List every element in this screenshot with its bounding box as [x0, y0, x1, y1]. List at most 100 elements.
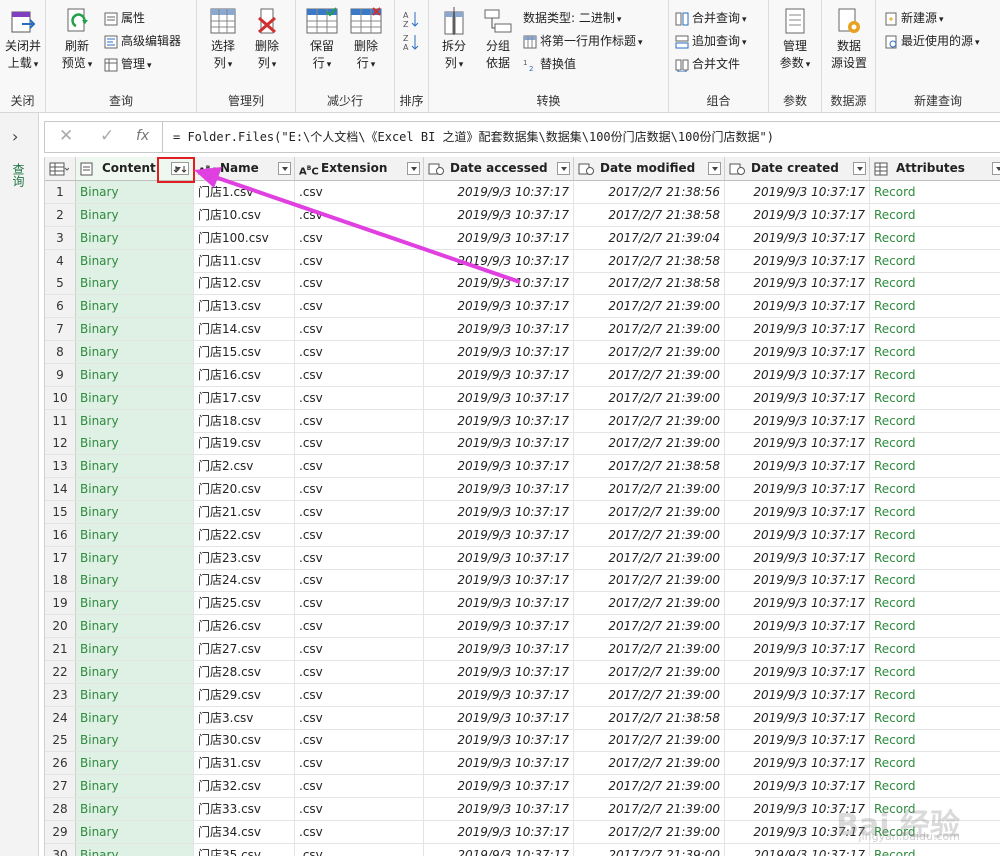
cell-attributes[interactable]: Record [870, 729, 1000, 751]
cell-content[interactable]: Binary [76, 500, 194, 523]
cell-extension[interactable]: .csv [295, 843, 424, 856]
cell-date-modified[interactable]: 2017/2/7 21:39:00 [574, 683, 725, 706]
cell-date-created[interactable]: 2019/9/3 10:37:17 [725, 478, 870, 501]
manage-parameters-button[interactable]: 管理 参数 ▾ [773, 6, 817, 74]
cell-date-created[interactable]: 2019/9/3 10:37:17 [725, 272, 870, 295]
table-row[interactable]: 24 Binary 门店3.csv .csv 2019/9/3 10:37:17 2017… [45, 706, 1000, 730]
cell-date-accessed[interactable]: 2019/9/3 10:37:17 [424, 843, 574, 856]
cell-extension[interactable]: .csv [295, 181, 424, 203]
cell-attributes[interactable]: Record [870, 364, 1000, 386]
queries-pane-label[interactable]: 查询 [11, 163, 27, 187]
cell-date-created[interactable]: 2019/9/3 10:37:17 [725, 706, 870, 729]
cell-date-created[interactable]: 2019/9/3 10:37:17 [725, 500, 870, 523]
table-row[interactable]: 10 Binary 门店17.csv .csv 2019/9/3 10:37:17 201… [45, 386, 1000, 410]
table-row[interactable]: 17 Binary 门店23.csv .csv 2019/9/3 10:37:17 201… [45, 546, 1000, 570]
cell-extension[interactable]: .csv [295, 478, 424, 501]
cell-date-accessed[interactable]: 2019/9/3 10:37:17 [424, 775, 574, 798]
cell-name[interactable]: 门店24.csv [194, 569, 295, 592]
cell-date-created[interactable]: 2019/9/3 10:37:17 [725, 432, 870, 455]
table-row[interactable]: 8 Binary 门店15.csv .csv 2019/9/3 10:37:17 2017… [45, 340, 1000, 364]
cell-extension[interactable]: .csv [295, 592, 424, 615]
group-by-button[interactable]: 分组 依据 [477, 6, 519, 72]
cell-date-accessed[interactable]: 2019/9/3 10:37:17 [424, 729, 574, 752]
table-row[interactable]: 26 Binary 门店31.csv .csv 2019/9/3 10:37:17 201… [45, 752, 1000, 776]
filter-dropdown-date-created[interactable] [853, 162, 866, 175]
filter-dropdown-date-modified[interactable] [708, 162, 721, 175]
filter-dropdown-date-accessed[interactable] [557, 162, 570, 175]
cell-extension[interactable]: .csv [295, 660, 424, 683]
cell-date-accessed[interactable]: 2019/9/3 10:37:17 [424, 569, 574, 592]
cell-date-modified[interactable]: 2017/2/7 21:39:00 [574, 569, 725, 592]
chevron-right-icon[interactable]: › [12, 127, 18, 146]
fx-icon[interactable]: fx [136, 128, 149, 144]
cell-date-modified[interactable]: 2017/2/7 21:39:00 [574, 592, 725, 615]
header-attributes[interactable]: Attributes [870, 157, 1000, 181]
cell-attributes[interactable]: Record [870, 204, 1000, 226]
cell-date-modified[interactable]: 2017/2/7 21:39:00 [574, 500, 725, 523]
cell-name[interactable]: 门店18.csv [194, 409, 295, 432]
cell-date-created[interactable]: 2019/9/3 10:37:17 [725, 226, 870, 249]
cell-date-created[interactable]: 2019/9/3 10:37:17 [725, 409, 870, 432]
table-row[interactable]: 13 Binary 门店2.csv .csv 2019/9/3 10:37:17 2017… [45, 455, 1000, 479]
table-row[interactable]: 30 Binary 门店35.csv .csv 2019/9/3 10:37:17 201… [45, 843, 1000, 856]
table-row[interactable]: 14 Binary 门店20.csv .csv 2019/9/3 10:37:17 201… [45, 478, 1000, 502]
data-source-settings-button[interactable]: 数据 源设置 [826, 6, 872, 72]
cell-date-created[interactable]: 2019/9/3 10:37:17 [725, 340, 870, 363]
table-row[interactable]: 1 Binary 门店1.csv .csv 2019/9/3 10:37:17 2017/… [45, 181, 1000, 204]
cell-attributes[interactable]: Record [870, 227, 1000, 249]
table-row[interactable]: 16 Binary 门店22.csv .csv 2019/9/3 10:37:17 201… [45, 523, 1000, 547]
cell-name[interactable]: 门店34.csv [194, 820, 295, 843]
cell-name[interactable]: 门店35.csv [194, 843, 295, 856]
cell-date-accessed[interactable]: 2019/9/3 10:37:17 [424, 820, 574, 843]
cell-content[interactable]: Binary [76, 569, 194, 592]
cell-date-accessed[interactable]: 2019/9/3 10:37:17 [424, 683, 574, 706]
cell-date-created[interactable]: 2019/9/3 10:37:17 [725, 249, 870, 272]
cell-content[interactable]: Binary [76, 683, 194, 706]
cell-name[interactable]: 门店17.csv [194, 386, 295, 409]
cell-content[interactable]: Binary [76, 820, 194, 843]
cell-date-accessed[interactable]: 2019/9/3 10:37:17 [424, 615, 574, 638]
cell-content[interactable]: Binary [76, 272, 194, 295]
cancel-icon[interactable]: ✕ [59, 126, 73, 146]
cell-date-accessed[interactable]: 2019/9/3 10:37:17 [424, 660, 574, 683]
cell-date-accessed[interactable]: 2019/9/3 10:37:17 [424, 592, 574, 615]
cell-date-accessed[interactable]: 2019/9/3 10:37:17 [424, 409, 574, 432]
cell-content[interactable]: Binary [76, 455, 194, 478]
cell-name[interactable]: 门店11.csv [194, 249, 295, 272]
formula-text[interactable]: = Folder.Files("E:\个人文档\《Excel BI 之道》配套数… [173, 128, 774, 145]
cell-attributes[interactable]: Record [870, 661, 1000, 683]
cell-date-modified[interactable]: 2017/2/7 21:39:00 [574, 752, 725, 775]
cell-name[interactable]: 门店31.csv [194, 752, 295, 775]
cell-content[interactable]: Binary [76, 660, 194, 683]
cell-content[interactable]: Binary [76, 523, 194, 546]
cell-date-modified[interactable]: 2017/2/7 21:38:58 [574, 455, 725, 478]
cell-attributes[interactable]: Record [870, 410, 1000, 432]
advanced-editor-button[interactable]: 高级编辑器 [104, 31, 181, 51]
header-date-created[interactable]: Date created [725, 157, 870, 181]
cell-date-created[interactable]: 2019/9/3 10:37:17 [725, 203, 870, 226]
choose-columns-button[interactable]: 选择 列 ▾ [203, 6, 243, 74]
table-row[interactable]: 23 Binary 门店29.csv .csv 2019/9/3 10:37:17 201… [45, 683, 1000, 707]
table-row[interactable]: 27 Binary 门店32.csv .csv 2019/9/3 10:37:17 201… [45, 775, 1000, 799]
cell-content[interactable]: Binary [76, 478, 194, 501]
cell-name[interactable]: 门店19.csv [194, 432, 295, 455]
cell-extension[interactable]: .csv [295, 523, 424, 546]
cell-extension[interactable]: .csv [295, 295, 424, 318]
cell-date-modified[interactable]: 2017/2/7 21:39:00 [574, 775, 725, 798]
cell-name[interactable]: 门店32.csv [194, 775, 295, 798]
cell-attributes[interactable]: Record [870, 524, 1000, 546]
cell-date-modified[interactable]: 2017/2/7 21:39:00 [574, 318, 725, 341]
cell-date-modified[interactable]: 2017/2/7 21:39:00 [574, 523, 725, 546]
cell-name[interactable]: 门店26.csv [194, 615, 295, 638]
cell-date-modified[interactable]: 2017/2/7 21:39:00 [574, 820, 725, 843]
cell-date-accessed[interactable]: 2019/9/3 10:37:17 [424, 455, 574, 478]
cell-content[interactable]: Binary [76, 363, 194, 386]
cell-date-created[interactable]: 2019/9/3 10:37:17 [725, 363, 870, 386]
cell-date-created[interactable]: 2019/9/3 10:37:17 [725, 843, 870, 856]
cell-date-accessed[interactable]: 2019/9/3 10:37:17 [424, 249, 574, 272]
cell-extension[interactable]: .csv [295, 363, 424, 386]
cell-attributes[interactable]: Record [870, 775, 1000, 797]
cell-content[interactable]: Binary [76, 638, 194, 660]
cell-date-created[interactable]: 2019/9/3 10:37:17 [725, 318, 870, 341]
new-source-button[interactable]: 新建源 ▾ [884, 8, 944, 28]
